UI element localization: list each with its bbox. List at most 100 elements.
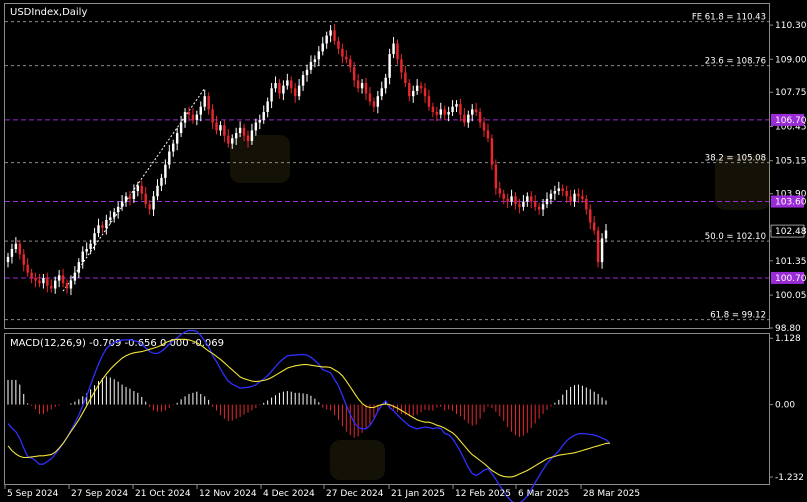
candle-body	[317, 51, 321, 60]
candle-body	[545, 198, 549, 205]
date-tick-label: 27 Dec 2024	[326, 489, 384, 499]
macd-tick-label: 0.00	[775, 401, 795, 411]
candle-body	[549, 193, 553, 199]
candle-body	[164, 164, 167, 178]
candle-body	[325, 35, 328, 44]
candle-body	[223, 125, 226, 136]
candle-body	[22, 254, 25, 265]
candle-body	[604, 230, 608, 239]
fib-label: 38.2 = 105.08	[705, 154, 766, 164]
candle-body	[207, 96, 210, 110]
candle-body	[179, 122, 183, 134]
candle-body	[191, 114, 195, 120]
candle-body	[431, 106, 435, 112]
candle-body	[105, 220, 108, 228]
candle-body	[93, 233, 96, 244]
price-tick-label: 101.35	[775, 257, 807, 267]
candle-body	[585, 198, 588, 210]
candle-body	[132, 191, 136, 199]
date-tick-label: 27 Sep 2024	[71, 489, 128, 499]
date-tick-label: 12 Nov 2024	[199, 489, 257, 499]
candle-body	[510, 196, 513, 202]
candle-body	[494, 164, 498, 189]
candle-body	[109, 217, 112, 220]
macd-label: MACD(12,26,9) -0.709 -0.656 0.000 -0.069	[10, 338, 224, 349]
candle-body	[345, 56, 348, 60]
candle-body	[6, 256, 10, 263]
candle-body	[427, 96, 431, 107]
candle-body	[254, 122, 258, 131]
candle-body	[526, 196, 529, 202]
candle-body	[447, 112, 450, 115]
candle-body	[533, 201, 537, 207]
candle-body	[183, 112, 187, 123]
candle-body	[231, 138, 234, 144]
date-tick-label: 12 Feb 2025	[455, 489, 511, 499]
candle-body	[419, 85, 423, 89]
candle-body	[372, 101, 376, 107]
candle-body	[246, 135, 250, 141]
fib-label: 23.6 = 108.76	[705, 57, 766, 67]
date-tick-label: 21 Oct 2024	[135, 489, 191, 499]
candle-body	[341, 48, 344, 57]
candle-body	[502, 193, 505, 199]
candle-body	[152, 196, 155, 210]
candle-body	[589, 209, 592, 223]
candle-body	[478, 112, 482, 123]
fib-label: FE 61.8 = 110.43	[692, 13, 766, 23]
price-tick-label: 109.00	[775, 55, 807, 65]
candle-body	[238, 127, 242, 134]
price-tick-label: 107.75	[775, 88, 807, 98]
candle-body	[443, 109, 446, 115]
chart-background	[0, 0, 807, 502]
candle-body	[215, 122, 218, 131]
current-price-label: 102.48	[775, 227, 807, 237]
candle-body	[408, 83, 411, 97]
candle-body	[581, 196, 584, 199]
candle-body	[128, 196, 132, 199]
candle-body	[364, 83, 368, 94]
candle-body	[61, 275, 65, 284]
chart-title: USDIndex,Daily	[10, 7, 87, 18]
candle-body	[392, 43, 395, 55]
candle-body	[435, 112, 439, 115]
candle-body	[321, 43, 324, 52]
candle-body	[412, 90, 415, 97]
candle-body	[396, 43, 399, 60]
candle-body	[486, 130, 490, 139]
candle-body	[187, 112, 191, 115]
date-tick-label: 4 Dec 2024	[263, 489, 315, 499]
candle-body	[518, 204, 521, 207]
candle-body	[81, 251, 84, 263]
candle-body	[352, 67, 356, 81]
candle-body	[168, 151, 171, 165]
candle-body	[266, 101, 269, 112]
candle-body	[309, 61, 313, 70]
candle-body	[530, 196, 533, 202]
candle-body	[592, 222, 596, 231]
price-tag-label: 106.70	[775, 116, 807, 126]
candle-body	[73, 272, 77, 281]
candle-body	[290, 80, 293, 89]
candle-body	[380, 88, 383, 97]
date-tick-label: 5 Sep 2024	[7, 489, 59, 499]
candle-body	[297, 85, 301, 97]
candle-body	[227, 135, 230, 144]
candle-body	[234, 133, 238, 139]
candle-body	[376, 96, 380, 107]
candle-body	[356, 80, 360, 89]
date-tick-label: 6 Mar 2025	[518, 489, 569, 499]
candle-body	[451, 106, 454, 112]
fib-label: 50.0 = 102.10	[705, 232, 766, 242]
candle-body	[565, 191, 568, 197]
candle-body	[97, 225, 100, 234]
candle-body	[596, 230, 600, 263]
candle-body	[136, 185, 140, 192]
candle-body	[30, 272, 33, 278]
candle-body	[38, 280, 41, 284]
candle-body	[439, 109, 442, 115]
candle-body	[120, 201, 124, 207]
candle-body	[270, 88, 273, 102]
candle-body	[388, 54, 391, 78]
candle-body	[144, 193, 147, 205]
